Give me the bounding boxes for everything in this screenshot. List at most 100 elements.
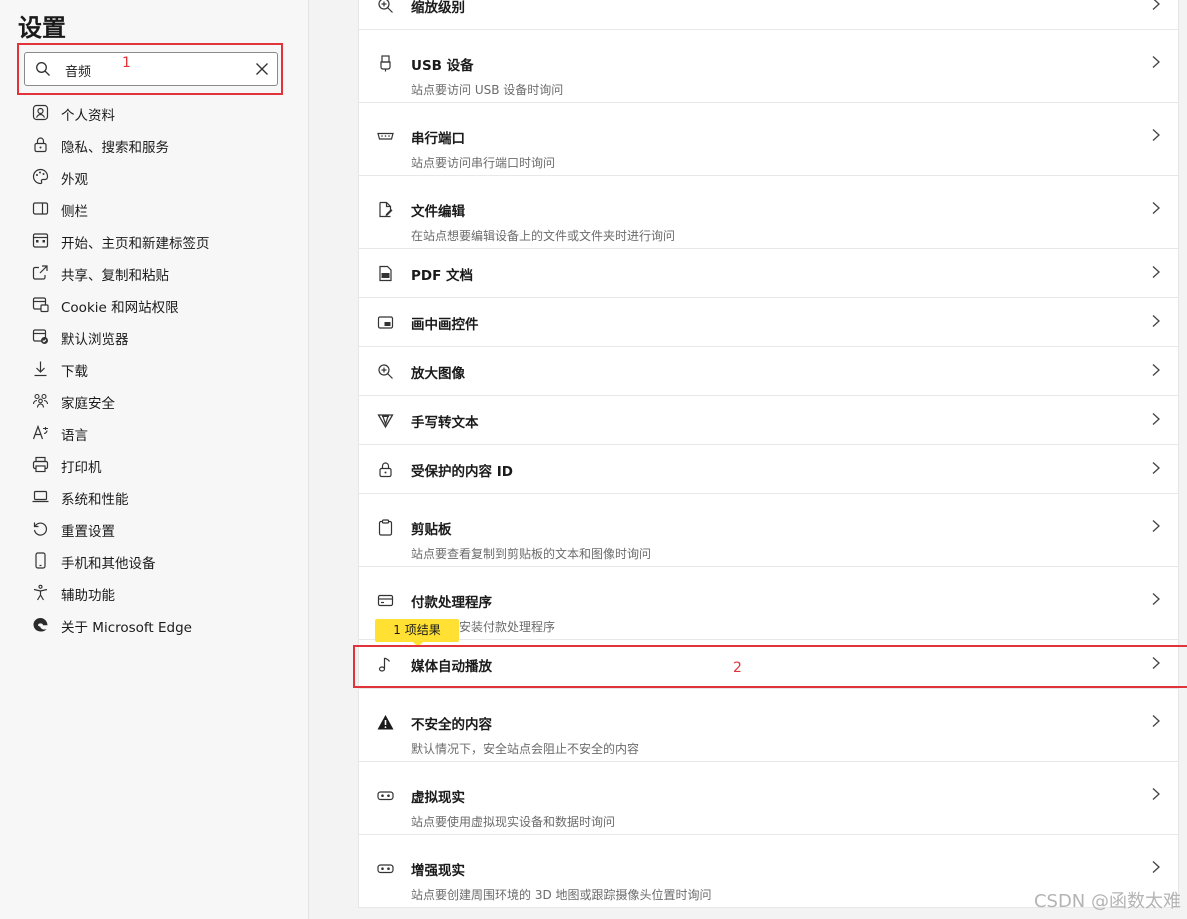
chevron-right-icon (1150, 714, 1162, 728)
permission-row-zoom[interactable]: 缩放级别 (359, 0, 1178, 30)
sidebar-item-label: 家庭安全 (61, 396, 115, 412)
usb-icon (377, 55, 394, 72)
sidebar-item-label: 关于 Microsoft Edge (61, 620, 192, 636)
sidebar-item-share[interactable]: 共享、复制和粘贴 (0, 256, 308, 288)
family-icon (32, 392, 49, 409)
sidebar-item-appearance[interactable]: 外观 (0, 160, 308, 192)
chevron-right-icon (1150, 519, 1162, 533)
chevron-right-icon (1150, 592, 1162, 606)
annotation-box-1 (17, 43, 283, 95)
sidebar-item-printers[interactable]: 打印机 (0, 448, 308, 480)
permission-title: 文件编辑 (411, 204, 465, 220)
sidebar-item-label: 下载 (61, 364, 88, 380)
permission-title: 增强现实 (411, 863, 465, 879)
sidebar-item-system[interactable]: 系统和性能 (0, 480, 308, 512)
sidebar-item-accessibility[interactable]: 辅助功能 (0, 576, 308, 608)
permission-row-usb[interactable]: USB 设备 站点要访问 USB 设备时询问 (359, 30, 1178, 103)
permission-description: 站点要使用虚拟现实设备和数据时询问 (411, 815, 616, 829)
permission-title: 放大图像 (411, 366, 465, 382)
sidebar-item-languages[interactable]: 语言 (0, 416, 308, 448)
sidebar-item-downloads[interactable]: 下载 (0, 352, 308, 384)
sidebar-item-label: 开始、主页和新建标签页 (61, 236, 210, 252)
annotation-box-2 (353, 645, 1187, 688)
file-edit-icon (377, 201, 394, 218)
chevron-right-icon (1150, 787, 1162, 801)
language-icon (32, 424, 49, 441)
permission-row-payment-handlers[interactable]: 付款处理程序 允许站点安装付款处理程序 (359, 567, 1178, 640)
sidebar-item-profile[interactable]: 个人资料 (0, 96, 308, 128)
palette-icon (32, 168, 49, 185)
chevron-right-icon (1150, 461, 1162, 475)
sidebar-item-cookies[interactable]: Cookie 和网站权限 (0, 288, 308, 320)
sidebar-item-sidebar[interactable]: 侧栏 (0, 192, 308, 224)
permission-row-virtual-reality[interactable]: 虚拟现实 站点要使用虚拟现实设备和数据时询问 (359, 762, 1178, 835)
zoom-in-icon (377, 363, 394, 380)
sidebar-item-default-browser[interactable]: 默认浏览器 (0, 320, 308, 352)
serial-port-icon (377, 128, 394, 145)
lock-icon (377, 461, 394, 478)
warning-icon (377, 714, 394, 731)
permission-description: 站点要查看复制到剪贴板的文本和图像时询问 (411, 547, 652, 561)
chevron-right-icon (1150, 128, 1162, 142)
clipboard-icon (377, 519, 394, 536)
sidebar-item-reset[interactable]: 重置设置 (0, 512, 308, 544)
sidebar-item-label: 手机和其他设备 (61, 556, 156, 572)
accessibility-icon (32, 584, 49, 601)
sidebar-item-label: 重置设置 (61, 524, 115, 540)
permission-row-clipboard[interactable]: 剪贴板 站点要查看复制到剪贴板的文本和图像时询问 (359, 494, 1178, 567)
permission-title: 虚拟现实 (411, 790, 465, 806)
sidebar-item-about[interactable]: 关于 Microsoft Edge (0, 608, 308, 640)
site-permissions-icon (32, 296, 49, 313)
card-icon (377, 592, 394, 609)
permission-row-pdf[interactable]: PDF 文档 (359, 249, 1178, 298)
sidebar-item-label: 系统和性能 (61, 492, 129, 508)
chevron-right-icon (1150, 265, 1162, 279)
chevron-right-icon (1150, 314, 1162, 328)
sidebar-item-phone[interactable]: 手机和其他设备 (0, 544, 308, 576)
sidebar-icon (32, 200, 49, 217)
settings-sidebar: 设置 音频 个人资料 隐私、搜索和服务 外观 侧栏 开始、主页和新建标签页 共享… (0, 0, 308, 919)
permission-title: 付款处理程序 (411, 595, 492, 611)
sidebar-item-label: 默认浏览器 (61, 332, 129, 348)
permission-title: 不安全的内容 (411, 717, 492, 733)
permission-row-file-editing[interactable]: 文件编辑 在站点想要编辑设备上的文件或文件夹时进行询问 (359, 176, 1178, 249)
permission-row-image-enhance[interactable]: 放大图像 (359, 347, 1178, 396)
permission-title: 串行端口 (411, 131, 465, 147)
permission-title: 手写转文本 (411, 415, 479, 431)
chevron-right-icon (1150, 201, 1162, 215)
edge-logo-icon (32, 616, 49, 633)
sidebar-item-label: 打印机 (61, 460, 102, 476)
chevron-right-icon (1150, 860, 1162, 874)
sidebar-item-label: 外观 (61, 172, 88, 188)
ar-headset-icon (377, 860, 394, 877)
permission-row-insecure-content[interactable]: 不安全的内容 默认情况下，安全站点会阻止不安全的内容 (359, 689, 1178, 762)
annotation-label-2: 2 (733, 660, 742, 676)
permission-description: 站点要访问串行端口时询问 (411, 156, 556, 170)
chevron-right-icon (1150, 55, 1162, 69)
settings-title: 设置 (18, 14, 66, 42)
sidebar-item-label: 隐私、搜索和服务 (61, 140, 169, 156)
permission-title: 剪贴板 (411, 522, 452, 538)
permission-title: PDF 文档 (411, 268, 474, 284)
phone-icon (32, 552, 49, 569)
pdf-icon (377, 265, 394, 282)
permission-row-protected-content[interactable]: 受保护的内容 ID (359, 445, 1178, 494)
zoom-in-icon (377, 0, 394, 14)
sidebar-item-privacy[interactable]: 隐私、搜索和服务 (0, 128, 308, 160)
sidebar-item-label: Cookie 和网站权限 (61, 300, 179, 316)
reset-icon (32, 520, 49, 537)
chevron-right-icon (1150, 0, 1162, 11)
permission-row-pip[interactable]: 画中画控件 (359, 298, 1178, 347)
panel-divider (308, 0, 309, 919)
permission-row-handwriting[interactable]: 手写转文本 (359, 396, 1178, 445)
permission-title: 受保护的内容 ID (411, 464, 513, 480)
permission-title: 缩放级别 (411, 0, 465, 16)
annotation-label-1: 1 (122, 55, 131, 71)
sidebar-item-family[interactable]: 家庭安全 (0, 384, 308, 416)
permission-description: 在站点想要编辑设备上的文件或文件夹时进行询问 (411, 229, 676, 243)
sidebar-item-start-home[interactable]: 开始、主页和新建标签页 (0, 224, 308, 256)
permission-row-serial[interactable]: 串行端口 站点要访问串行端口时询问 (359, 103, 1178, 176)
laptop-icon (32, 488, 49, 505)
site-permissions-list: 缩放级别 USB 设备 站点要访问 USB 设备时询问 串行端口 站点要访问串行… (358, 0, 1179, 908)
pen-icon (377, 412, 394, 429)
